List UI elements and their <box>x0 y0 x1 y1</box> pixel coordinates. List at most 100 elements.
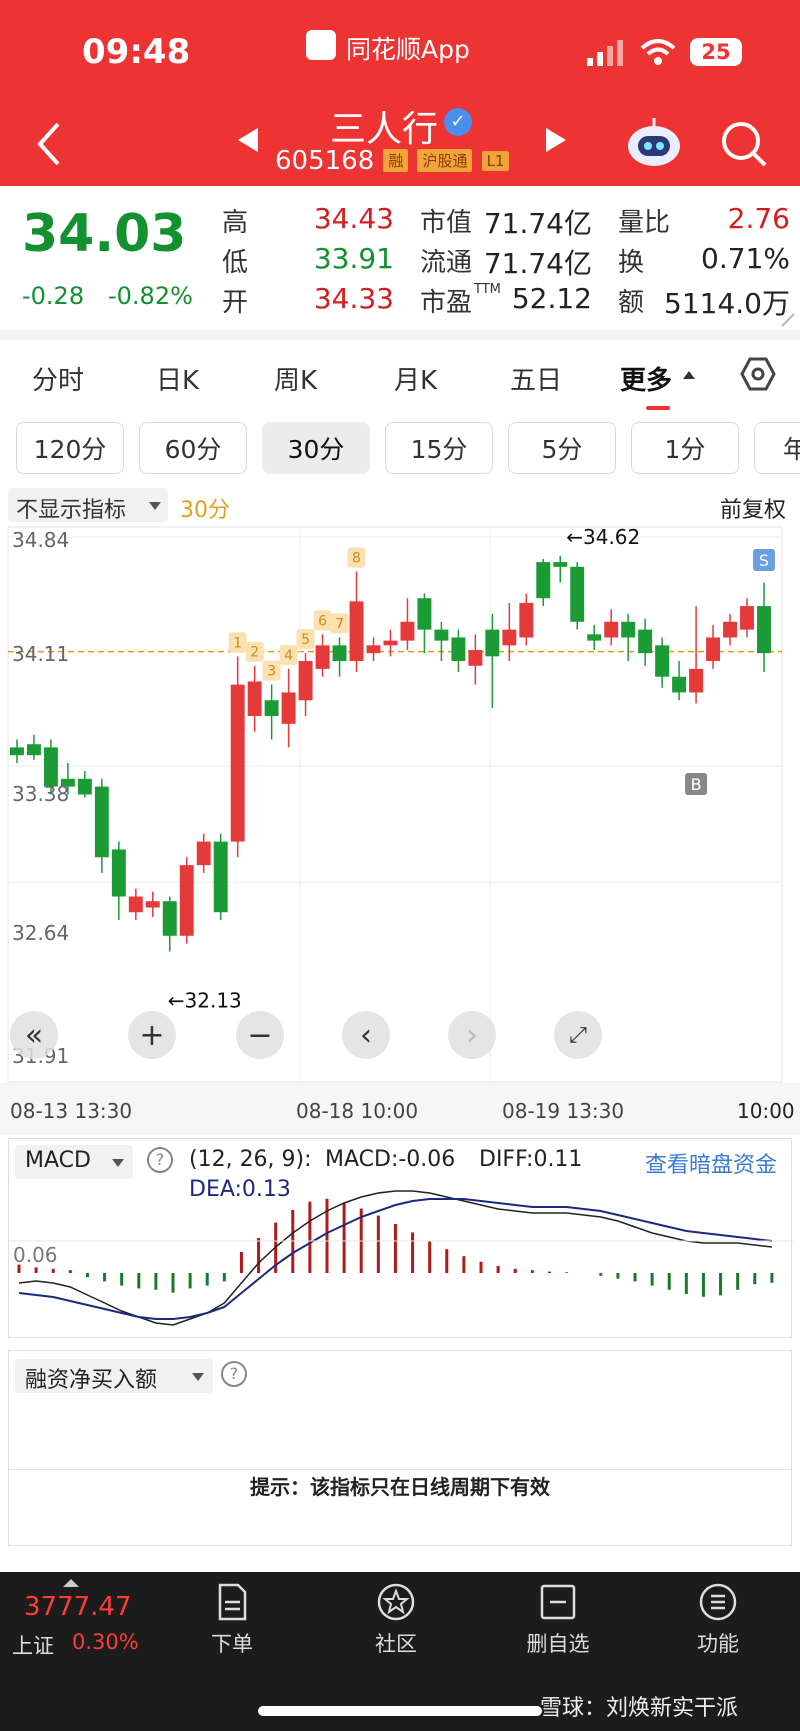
next-stock-icon[interactable] <box>544 126 568 154</box>
search-icon[interactable] <box>720 120 768 168</box>
candle-body <box>672 676 687 693</box>
candle-body <box>10 747 24 756</box>
quote-panel: 34.03 -0.28 -0.82% 高 低 开 34.43 33.91 34.… <box>0 186 800 330</box>
candle-body <box>383 640 398 646</box>
y-tick-label: 34.11 <box>12 642 69 666</box>
high-label: 高 <box>222 208 249 238</box>
robot-assistant-icon[interactable] <box>626 114 682 170</box>
zoom-out-button[interactable]: − <box>236 1011 284 1059</box>
remove-watchlist-icon <box>540 1584 576 1620</box>
kline-chart[interactable]: 12345678SB 34.84 34.11 33.38 32.64 31.91… <box>0 525 800 1135</box>
community-star-icon <box>377 1583 415 1621</box>
chart-frame <box>7 526 783 1083</box>
margin-dropdown-label: 融资净买入额 <box>25 1368 158 1393</box>
scroll-right-button[interactable]: › <box>448 1011 496 1059</box>
margin-hint: 提示：该指标只在日线周期下有效 <box>250 1475 550 1499</box>
candle-body <box>621 621 636 638</box>
period-30min[interactable]: 30分 <box>262 422 370 474</box>
buy-signal-label: B <box>691 775 702 794</box>
margin-panel: 融资净买入额 ? 提示：该指标只在日线周期下有效 <box>8 1350 792 1546</box>
period-5min[interactable]: 5分 <box>508 422 616 474</box>
prev-stock-icon[interactable] <box>236 126 260 154</box>
fullscreen-button[interactable]: ⤢ <box>554 1011 602 1059</box>
candle-body <box>247 681 262 716</box>
marker-label: 4 <box>284 648 293 664</box>
price-change: -0.28 <box>22 282 85 310</box>
app-logo-icon <box>306 30 336 60</box>
max-price-label: ←34.62 <box>566 525 640 549</box>
tab-monthly-k[interactable]: 月K <box>394 360 437 397</box>
candle-body <box>43 747 58 787</box>
min-price-label: ←32.13 <box>168 988 242 1012</box>
candle-body <box>111 849 126 897</box>
margin-dropdown[interactable]: 融资净买入额 <box>15 1359 213 1393</box>
chevron-down-icon <box>149 502 161 510</box>
period-15min[interactable]: 15分 <box>385 422 493 474</box>
badge-connect: 沪股通 <box>417 148 473 172</box>
chevron-down-icon <box>192 1373 204 1381</box>
candle-body <box>366 645 381 654</box>
nav-remove-watchlist[interactable]: 删自选 <box>508 1582 608 1658</box>
back-icon[interactable] <box>34 122 64 166</box>
amount-value: 5114.0万 <box>664 287 790 320</box>
scroll-left-button[interactable]: ‹ <box>342 1011 390 1059</box>
candle-body <box>230 684 245 842</box>
order-doc-icon <box>218 1583 247 1621</box>
candle-body <box>638 629 653 654</box>
marker-label: 5 <box>301 632 310 648</box>
kline-svg: 12345678SB 34.84 34.11 33.38 32.64 31.91… <box>0 525 800 1135</box>
period-selector: 120分 60分 30分 15分 5分 1分 年 <box>0 418 800 478</box>
chart-toolbar: 不显示指标 30分 前复权 <box>0 488 800 524</box>
candle-body <box>94 786 109 858</box>
tab-five-day[interactable]: 五日 <box>510 360 562 397</box>
marker-label: 6 <box>318 613 327 629</box>
index-value[interactable]: 3777.47 <box>24 1592 132 1622</box>
wifi-icon <box>640 39 676 65</box>
pe-label: 市盈 <box>420 288 473 318</box>
price-change-pct: -0.82% <box>108 282 193 310</box>
nav-remove-watchlist-label: 删自选 <box>526 1632 590 1656</box>
macd-chart <box>9 1190 793 1326</box>
candle-body <box>196 841 211 866</box>
candle-body <box>706 637 721 662</box>
period-120min[interactable]: 120分 <box>16 422 124 474</box>
expand-corner-icon[interactable] <box>780 312 796 328</box>
period-year[interactable]: 年 <box>754 422 800 474</box>
help-icon[interactable]: ? <box>221 1361 247 1387</box>
candle-body <box>315 645 330 669</box>
zoom-in-button[interactable]: + <box>128 1011 176 1059</box>
candle-body <box>349 601 364 662</box>
indicator-dropdown[interactable]: 不显示指标 <box>8 488 168 523</box>
float-label: 流通 <box>420 248 473 278</box>
period-1min[interactable]: 1分 <box>631 422 739 474</box>
vol-ratio-value: 2.76 <box>727 202 790 235</box>
nav-order[interactable]: 下单 <box>182 1582 282 1658</box>
stock-code: 605168 <box>275 146 375 176</box>
bottom-bar: 3777.47 上证 0.30% 下单 社区 删自选 功能 雪球：刘焕新实干派 <box>0 1572 800 1731</box>
battery-icon: 25 <box>690 38 742 66</box>
turnover-value: 0.71% <box>701 242 790 275</box>
tab-more[interactable]: 更多 <box>620 360 672 397</box>
indicator-dropdown-label: 不显示指标 <box>16 498 127 523</box>
marker-label: 2 <box>250 645 259 661</box>
status-time: 09:48 <box>82 32 191 72</box>
tab-weekly-k[interactable]: 周K <box>274 360 317 397</box>
divider <box>9 1469 791 1470</box>
adjust-mode[interactable]: 前复权 <box>720 492 786 524</box>
candle-body <box>468 650 483 666</box>
nav-community[interactable]: 社区 <box>346 1582 446 1658</box>
badge-margin: 融 <box>383 148 409 172</box>
candle-body <box>723 621 737 638</box>
chart-tabs: 分时 日K 周K 月K 五日 更多 <box>0 340 800 410</box>
tab-indicator <box>646 406 670 410</box>
settings-hex-icon[interactable] <box>740 356 776 392</box>
scroll-far-left-button[interactable]: « <box>10 1011 58 1059</box>
tab-timeshare[interactable]: 分时 <box>32 360 84 397</box>
candle-body <box>400 621 415 641</box>
candle-body <box>162 901 177 936</box>
candle-body <box>655 645 670 677</box>
watermark: 雪球：刘焕新实干派 <box>540 1696 739 1721</box>
period-60min[interactable]: 60分 <box>139 422 247 474</box>
nav-functions[interactable]: 功能 <box>668 1582 768 1658</box>
tab-daily-k[interactable]: 日K <box>156 360 199 397</box>
